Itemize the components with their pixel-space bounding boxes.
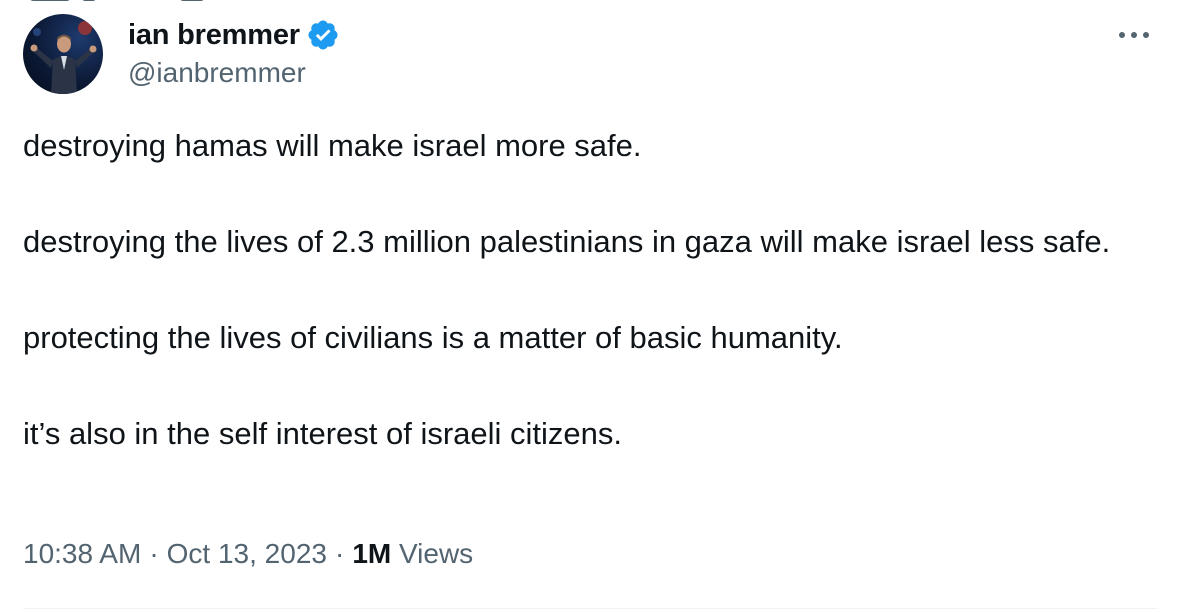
separator-dot: · — [334, 538, 345, 569]
avatar[interactable] — [23, 14, 103, 94]
tweet-time: 10:38 AM — [23, 538, 142, 569]
verified-badge-icon[interactable] — [306, 18, 340, 52]
timestamp-link[interactable]: 10:38 AM · Oct 13, 2023 — [23, 538, 327, 569]
author-display-name[interactable]: ian bremmer — [128, 19, 300, 52]
tweet-metadata: 10:38 AM · Oct 13, 2023 · 1M Views — [23, 538, 473, 570]
tweet-paragraph: destroying the lives of 2.3 million pale… — [23, 224, 1111, 259]
more-options-button[interactable] — [1114, 20, 1154, 50]
tweet-text: destroying hamas will make israel more s… — [23, 122, 1143, 458]
tweet-paragraph: destroying hamas will make israel more s… — [23, 128, 642, 163]
separator-dot: · — [149, 538, 159, 569]
views-label: Views — [399, 538, 474, 569]
views-count: 1M — [352, 538, 392, 569]
tweet-paragraph: protecting the lives of civilians is a m… — [23, 320, 843, 355]
author-handle[interactable]: @ianbremmer — [128, 57, 340, 89]
author-info: ian bremmer @ianbremmer — [128, 16, 340, 89]
display-name-row: ian bremmer — [128, 16, 340, 54]
divider — [23, 608, 1157, 609]
views-link[interactable]: 1M Views — [352, 538, 473, 569]
tweet-card[interactable]: ian bremmer @ianbremmer destroying hamas… — [0, 0, 1186, 612]
more-dots-icon — [1119, 32, 1149, 38]
tweet-paragraph: it’s also in the self interest of israel… — [23, 416, 623, 451]
avatar-photo-icon — [30, 21, 97, 94]
tweet-date: Oct 13, 2023 — [166, 538, 327, 569]
